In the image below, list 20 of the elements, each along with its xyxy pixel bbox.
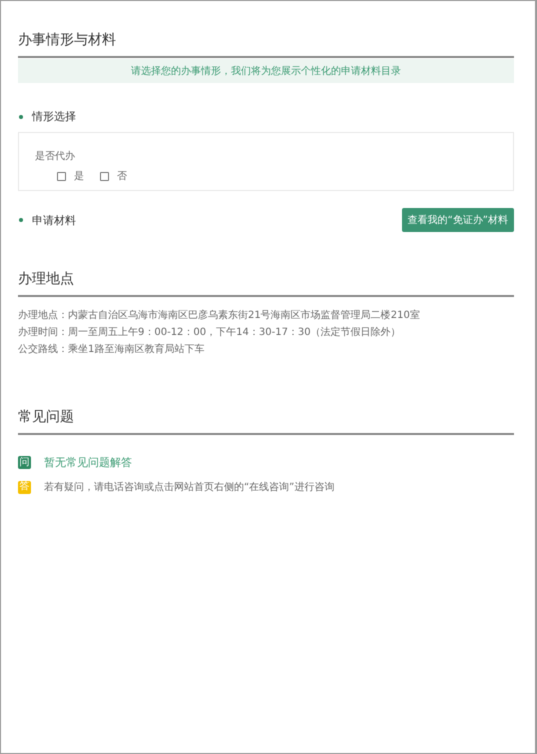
question-label: 是否代办 <box>35 150 76 163</box>
option-label: 是 <box>74 170 84 183</box>
bullet-icon <box>19 114 23 118</box>
subsection-heading: 情形选择 <box>32 109 76 124</box>
notice-banner: 请选择您的办事情形，我们将为您展示个性化的申请材料目录 <box>18 59 514 83</box>
faq-question: 暂无常见问题解答 <box>44 455 132 470</box>
view-materials-button[interactable]: 查看我的“免证办”材料 <box>402 208 514 232</box>
question-badge: 问 <box>18 456 31 469</box>
answer-badge: 答 <box>18 480 31 494</box>
info-line: 公交路线：乘坐1路至海南区教育局站下车 <box>18 342 206 357</box>
info-line: 办理时间：周一至周五上午9：00-12：00，下午14：30-17：30（法定节假日除外） <box>18 326 402 340</box>
bullet-icon <box>19 218 23 222</box>
faq-answer: 若有疑问，请电话咨询或点击网站首页右侧的“在线咨询”进行咨询 <box>44 480 334 494</box>
section-title: 常见问题 <box>18 408 514 435</box>
checkbox[interactable] <box>100 172 109 180</box>
section-title: 办理地点 <box>18 270 514 297</box>
option-label: 否 <box>117 170 127 183</box>
subsection-heading: 申请材料 <box>32 212 76 228</box>
checkbox[interactable] <box>57 172 66 180</box>
info-line: 办理地点：内蒙古自治区乌海市海南区巴彦乌素东街21号海南区市场监督管理局二楼210室 <box>18 308 421 323</box>
